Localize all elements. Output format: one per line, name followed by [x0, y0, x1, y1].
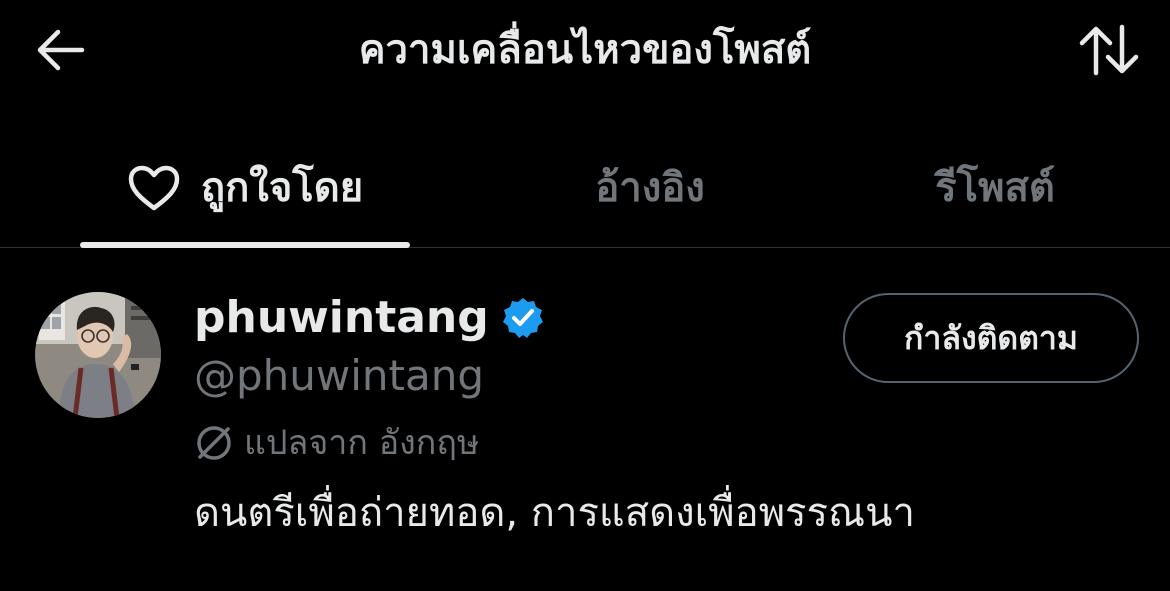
verified-badge-icon[interactable]	[501, 296, 545, 340]
tab-reposts[interactable]: รีโพสต์	[850, 130, 1140, 246]
sort-arrows-icon	[1079, 24, 1139, 76]
engagement-tabs: ถูกใจโดย อ้างอิง รีโพสต์	[0, 130, 1170, 248]
tab-reposts-label: รีโพสต์	[935, 165, 1055, 211]
tab-quotes-label: อ้างอิง	[595, 165, 705, 211]
heart-icon	[127, 164, 181, 212]
translate-bio-link[interactable]: แปลจาก อังกฤษ	[194, 415, 479, 471]
tab-liked-by-label: ถูกใจโดย	[200, 165, 364, 211]
translate-globe-icon	[194, 423, 234, 463]
display-name-row: phuwintang	[194, 288, 545, 348]
tab-quotes[interactable]: อ้างอิง	[500, 130, 800, 246]
translate-label: แปลจาก อังกฤษ	[244, 423, 480, 463]
sort-button[interactable]	[1074, 20, 1144, 80]
user-list-item[interactable]: phuwintang @phuwintang กำลังติดตาม แปลจา…	[0, 270, 1170, 590]
page-title: ความเคลื่อนไหวของโพสต์	[358, 27, 812, 73]
user-bio: ดนตรีเพื่อถ่ายทอด, การแสดงเพื่อพรรณนา	[194, 490, 915, 536]
display-name[interactable]: phuwintang	[194, 290, 489, 346]
top-bar: ความเคลื่อนไหวของโพสต์	[0, 0, 1170, 110]
active-tab-indicator	[80, 242, 410, 248]
tab-liked-by[interactable]: ถูกใจโดย	[80, 130, 410, 246]
user-handle[interactable]: @phuwintang	[194, 348, 484, 404]
following-button[interactable]: กำลังติดตาม	[843, 293, 1139, 383]
avatar[interactable]	[35, 292, 161, 418]
